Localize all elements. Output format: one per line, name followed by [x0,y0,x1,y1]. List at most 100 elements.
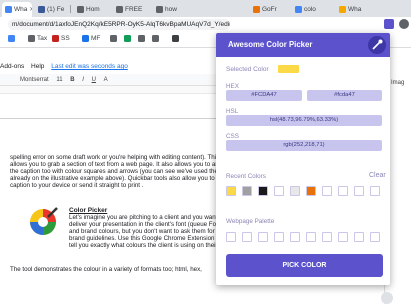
paragraph-line: and brand colours, but you don't want to… [69,228,225,235]
paragraph-line: allows you to grab a section of text fro… [10,161,221,168]
document-page[interactable]: spelling error on some draft work or you… [0,95,230,304]
popup-header: Awesome Color Picker [216,33,390,57]
facebook-icon [38,6,45,13]
address-bar: m/document/d/1axfoJEnQ2Kq/kE5RPR-OyK5-Al… [0,17,411,31]
tab-label: (1) Fe [47,6,65,13]
font-size-select[interactable]: 11 [56,74,62,86]
scroll-indicator[interactable] [381,292,393,304]
globe-icon [28,35,35,42]
globe-icon [77,6,84,13]
bookmark-tax[interactable]: Tax [28,35,47,42]
google-icon [295,6,302,13]
bookmark-8[interactable] [152,35,161,42]
tab-8[interactable]: Wha [336,2,370,17]
hex-lower-field[interactable]: #fcda47 [307,90,382,101]
recent-color-swatch[interactable] [274,186,284,196]
recent-color-swatch[interactable] [322,186,332,196]
text-color-icon[interactable]: A [104,74,108,86]
bookmark-9[interactable] [172,35,181,42]
bookmark-6[interactable] [124,35,133,42]
globe-icon [339,6,346,13]
close-icon[interactable]: ✕ [29,6,32,13]
palette-swatch[interactable] [226,232,236,242]
tab-2[interactable]: (1) Fe [35,2,67,17]
font-select[interactable]: Montserrat [20,74,49,86]
recent-color-swatch[interactable] [338,186,348,196]
recent-color-swatch[interactable] [370,186,380,196]
palette-swatch[interactable] [290,232,300,242]
bookmark-1[interactable] [8,35,17,42]
palette-swatch[interactable] [258,232,268,242]
docs-toolbar: Montserrat 11 B I U A [0,74,230,86]
globe-icon [52,35,59,42]
palette-swatch[interactable] [322,232,332,242]
globe-icon [172,35,179,42]
sidebar-label: Imag [391,80,405,86]
gofundme-icon [253,6,260,13]
bookmark-7[interactable] [138,35,147,42]
paragraph-line: Let's imagine you are pitching to a clie… [69,214,218,221]
palette-swatch[interactable] [242,232,252,242]
palette-swatch[interactable] [370,232,380,242]
globe-icon [138,35,145,42]
selected-color-label: Selected Color [226,66,269,73]
bookmark-label: SS [61,35,70,42]
clear-button[interactable]: Clear [369,172,386,179]
menu-help[interactable]: Help [31,63,44,70]
tab-5[interactable]: how [153,2,186,17]
color-picker-heading: Color Picker [69,207,108,214]
tab-7[interactable]: colo [292,2,330,17]
recent-color-swatch[interactable] [306,186,316,196]
bold-icon[interactable]: B [70,74,74,86]
tab-1[interactable]: Wha ✕ [2,2,32,17]
eyedropper-button[interactable] [368,36,386,54]
color-picker-extension-icon[interactable] [384,19,394,29]
palette-swatch[interactable] [338,232,348,242]
globe-icon [156,6,163,13]
bookmark-mf[interactable]: MF [82,35,100,42]
recent-color-swatch[interactable] [354,186,364,196]
url-field[interactable]: m/document/d/1axfoJEnQ2Kq/kE5RPR-OyK5-Al… [8,19,230,30]
bookmark-label: MF [91,35,101,42]
recent-color-swatch[interactable] [290,186,300,196]
webpage-palette-label: Webpage Palette [226,218,275,225]
paragraph-line: deliver your presentation in the client'… [69,221,219,228]
paragraph-line: the caption too with colour squares and … [10,168,218,175]
profile-icon[interactable] [399,19,409,29]
selected-color-swatch [278,65,299,73]
tab-3[interactable]: Hom [74,2,108,17]
recent-color-swatch[interactable] [226,186,236,196]
palette-swatch[interactable] [354,232,364,242]
palette-swatch[interactable] [306,232,316,242]
bookmark-ss[interactable]: SS [52,35,70,42]
tab-label: Hom [86,6,100,13]
menu-add-ons[interactable]: Add-ons [0,63,24,70]
hsl-field[interactable]: hsl(48.73,96.79%,63.33%) [226,115,382,126]
hex-label: HEX [226,83,239,90]
tab-strip: Wha ✕ (1) Fe Hom FREE how GoFr colo Wha [0,0,411,17]
color-picker-logo-icon [30,207,58,235]
bookmark-5[interactable] [110,35,119,42]
globe-icon [110,35,117,42]
palette-swatch[interactable] [274,232,284,242]
webpage-palette-row [226,232,382,243]
tab-4[interactable]: FREE [113,2,148,17]
globe-icon [82,35,89,42]
css-field[interactable]: rgb(252,218,71) [226,140,382,151]
globe-icon [8,35,15,42]
italic-icon[interactable]: I [82,74,84,86]
underline-icon[interactable]: U [92,74,96,86]
bookmark-label: Tax [37,35,48,42]
recent-color-swatch[interactable] [258,186,268,196]
globe-icon [124,35,131,42]
tab-6[interactable]: GoFr [250,2,286,17]
hex-upper-field[interactable]: #FCDA47 [226,90,302,101]
last-edit-link[interactable]: Last edit was seconds ago [51,63,128,70]
tab-label: Wha [14,6,28,13]
recent-color-swatch[interactable] [242,186,252,196]
tab-label: colo [304,6,316,13]
recent-colors-label: Recent Colors [226,173,266,180]
pick-color-button[interactable]: PICK COLOR [226,254,383,277]
tab-separator [70,5,71,13]
page-divider [0,118,230,119]
